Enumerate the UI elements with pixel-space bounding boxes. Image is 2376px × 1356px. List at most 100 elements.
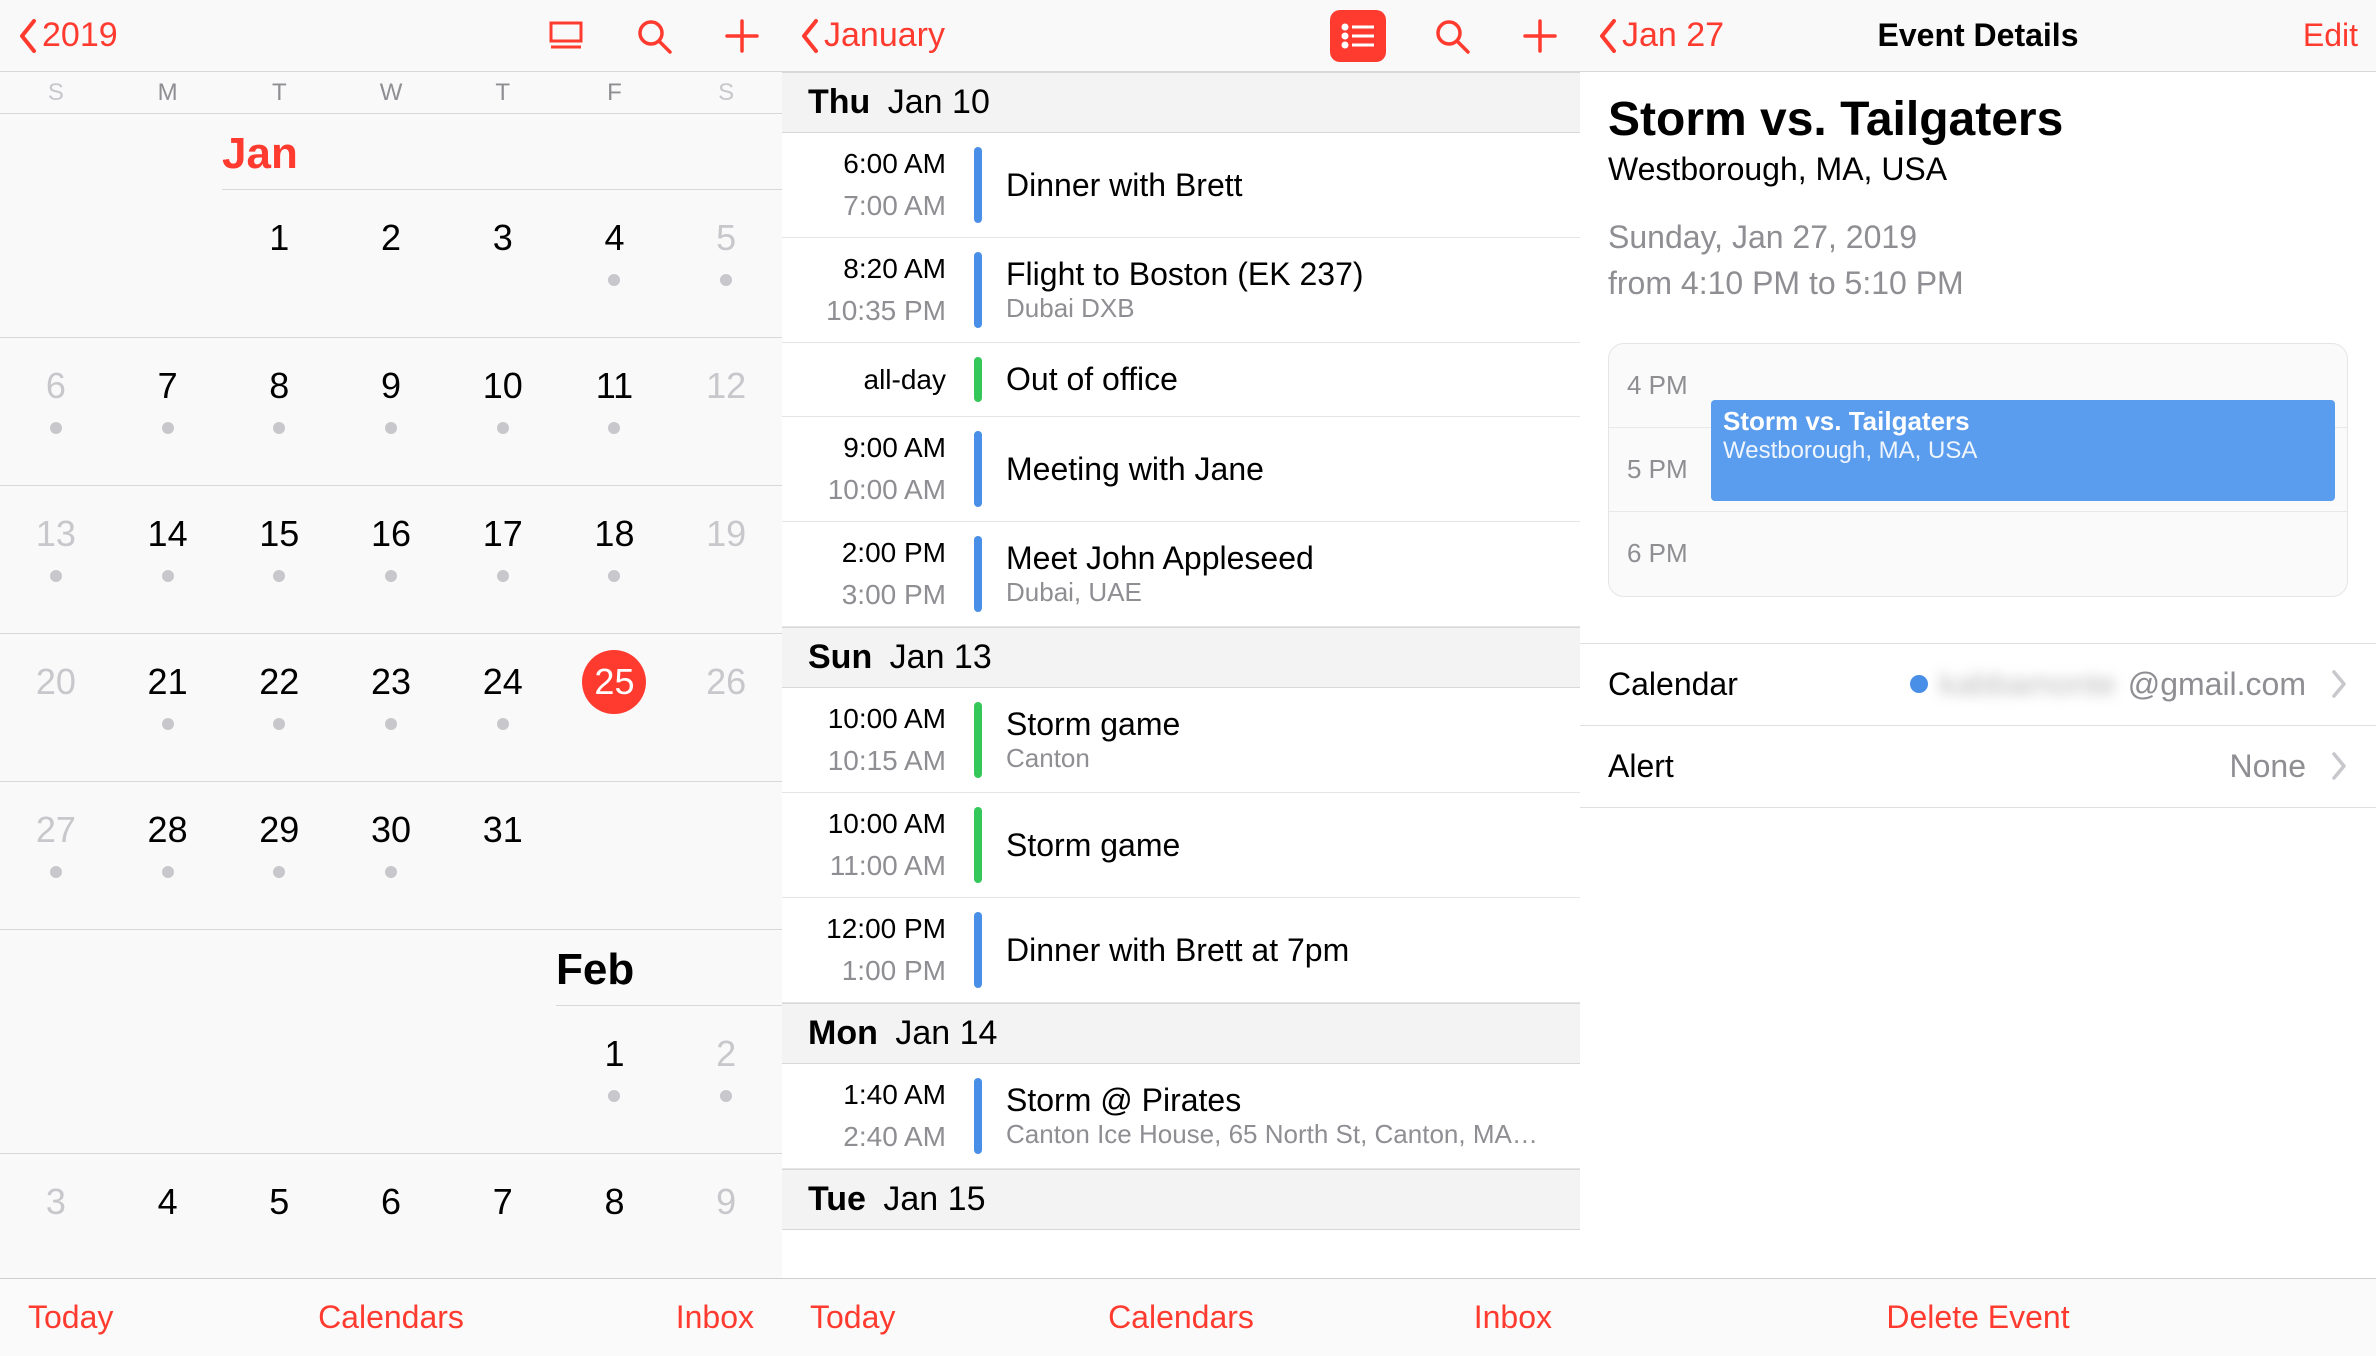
calendar-day-cell[interactable]: 7	[447, 1154, 559, 1278]
add-icon[interactable]	[720, 14, 764, 58]
day-number: 6	[24, 354, 88, 418]
calendar-color-dot-icon	[1910, 675, 1928, 693]
day-number: 10	[471, 354, 535, 418]
list-footer: Today Calendars Inbox	[782, 1278, 1580, 1356]
day-number: 22	[247, 650, 311, 714]
event-row[interactable]: 10:00 AM10:15 AMStorm gameCanton	[782, 688, 1580, 793]
calendar-day-cell	[223, 1006, 335, 1153]
calendar-day-cell[interactable]: 25	[559, 634, 671, 781]
calendar-day-cell[interactable]: 27	[0, 782, 112, 929]
calendar-day-cell[interactable]: 2	[670, 1006, 782, 1153]
back-to-year-button[interactable]: 2019	[18, 16, 118, 55]
calendar-day-cell[interactable]: 16	[335, 486, 447, 633]
calendar-day-cell[interactable]: 18	[559, 486, 671, 633]
calendar-day-cell[interactable]: 8	[559, 1154, 671, 1278]
event-row[interactable]: all-dayOut of office	[782, 343, 1580, 417]
inbox-button[interactable]: Inbox	[676, 1299, 754, 1336]
calendars-button[interactable]: Calendars	[1108, 1299, 1254, 1336]
calendar-day-cell[interactable]: 3	[0, 1154, 112, 1278]
calendar-week-row: 13141516 17 1819	[0, 486, 782, 634]
calendar-day-cell[interactable]: 23	[335, 634, 447, 781]
calendar-day-cell[interactable]: 9	[670, 1154, 782, 1278]
calendar-day-cell[interactable]: 26	[670, 634, 782, 781]
day-section-header: Sun Jan 13	[782, 627, 1580, 688]
alert-setting-row[interactable]: Alert None	[1580, 726, 2376, 808]
event-row[interactable]: 6:00 AM7:00 AMDinner with Brett	[782, 133, 1580, 238]
month-label-jan[interactable]: Jan	[222, 114, 782, 190]
back-to-day-button[interactable]: Jan 27	[1598, 16, 1724, 55]
calendar-day-cell[interactable]: 29	[223, 782, 335, 929]
event-row[interactable]: 9:00 AM10:00 AMMeeting with Jane	[782, 417, 1580, 522]
weekday-label: S	[670, 72, 782, 113]
mini-event-chip[interactable]: Storm vs. Tailgaters Westborough, MA, US…	[1711, 400, 2335, 501]
event-row[interactable]: 10:00 AM11:00 AMStorm game	[782, 793, 1580, 898]
calendar-day-cell[interactable]: 6	[335, 1154, 447, 1278]
calendar-day-cell	[559, 782, 671, 929]
delete-event-button[interactable]: Delete Event	[1886, 1299, 2069, 1336]
calendar-day-cell[interactable]: 20	[0, 634, 112, 781]
add-icon[interactable]	[1518, 14, 1562, 58]
calendar-day-cell[interactable]: 7	[112, 338, 224, 485]
mini-schedule[interactable]: 4 PM 5 PM Storm vs. Tailgaters Westborou…	[1608, 343, 2348, 597]
calendar-day-cell[interactable]: 2	[335, 190, 447, 337]
calendar-day-cell[interactable]: 3	[447, 190, 559, 337]
calendar-day-cell[interactable]: 12	[670, 338, 782, 485]
calendar-day-cell[interactable]: 30	[335, 782, 447, 929]
detail-body: Storm vs. Tailgaters Westborough, MA, US…	[1580, 72, 2376, 1278]
calendar-setting-row[interactable]: Calendar kabbamonte@gmail.com	[1580, 644, 2376, 726]
calendar-day-cell[interactable]: 17	[447, 486, 559, 633]
calendar-day-cell[interactable]: 5	[223, 1154, 335, 1278]
day-number: 21	[136, 650, 200, 714]
calendar-day-cell[interactable]: 10	[447, 338, 559, 485]
today-button[interactable]: Today	[810, 1299, 895, 1336]
edit-button[interactable]: Edit	[2303, 17, 2358, 54]
calendars-button[interactable]: Calendars	[318, 1299, 464, 1336]
event-dot-icon	[162, 422, 174, 434]
chevron-left-icon	[800, 19, 820, 53]
calendar-day-cell[interactable]: 11	[559, 338, 671, 485]
calendar-day-cell[interactable]: 4	[559, 190, 671, 337]
back-to-month-button[interactable]: January	[800, 16, 945, 55]
calendar-week-row: 20 21 22 23242526	[0, 634, 782, 782]
list-view-icon[interactable]	[1330, 10, 1386, 62]
event-row[interactable]: 1:40 AM2:40 AMStorm @ PiratesCanton Ice …	[782, 1064, 1580, 1169]
event-row[interactable]: 2:00 PM3:00 PMMeet John AppleseedDubai, …	[782, 522, 1580, 627]
event-color-bar-icon	[974, 252, 982, 328]
page-title: Event Details	[1878, 17, 2079, 54]
calendar-day-cell[interactable]: 21	[112, 634, 224, 781]
calendar-day-cell[interactable]: 22	[223, 634, 335, 781]
time-slot-label: 4 PM	[1627, 370, 1699, 401]
view-toggle-icon[interactable]	[544, 14, 588, 58]
month-label-feb[interactable]: Feb	[556, 930, 782, 1006]
event-dot-icon	[162, 718, 174, 730]
day-number: 11	[582, 354, 646, 418]
calendar-day-cell[interactable]: 28	[112, 782, 224, 929]
time-slot-label: 6 PM	[1627, 538, 1699, 569]
calendar-day-cell[interactable]: 1	[223, 190, 335, 337]
calendar-day-cell[interactable]: 15	[223, 486, 335, 633]
today-button[interactable]: Today	[28, 1299, 113, 1336]
weekday-label: S	[0, 72, 112, 113]
calendar-day-cell[interactable]: 9	[335, 338, 447, 485]
day-number: 17	[471, 502, 535, 566]
calendar-day-cell[interactable]: 4	[112, 1154, 224, 1278]
calendar-day-cell[interactable]: 24	[447, 634, 559, 781]
calendar-day-cell[interactable]: 8	[223, 338, 335, 485]
calendar-day-cell[interactable]: 5	[670, 190, 782, 337]
calendar-day-cell[interactable]: 14	[112, 486, 224, 633]
month-nav-icons	[544, 14, 764, 58]
day-number: 9	[694, 1170, 758, 1234]
search-icon[interactable]	[632, 14, 676, 58]
event-row[interactable]: 8:20 AM10:35 PMFlight to Boston (EK 237)…	[782, 238, 1580, 343]
event-times: 10:00 AM11:00 AM	[782, 793, 962, 897]
calendar-day-cell[interactable]: 13	[0, 486, 112, 633]
calendar-day-cell[interactable]: 31	[447, 782, 559, 929]
event-row[interactable]: 12:00 PM1:00 PMDinner with Brett at 7pm	[782, 898, 1580, 1003]
day-number: 9	[359, 354, 423, 418]
calendar-day-cell[interactable]: 6	[0, 338, 112, 485]
calendar-day-cell[interactable]: 19	[670, 486, 782, 633]
calendar-day-cell[interactable]: 1	[559, 1006, 671, 1153]
inbox-button[interactable]: Inbox	[1474, 1299, 1552, 1336]
day-number: 12	[694, 354, 758, 418]
search-icon[interactable]	[1430, 14, 1474, 58]
